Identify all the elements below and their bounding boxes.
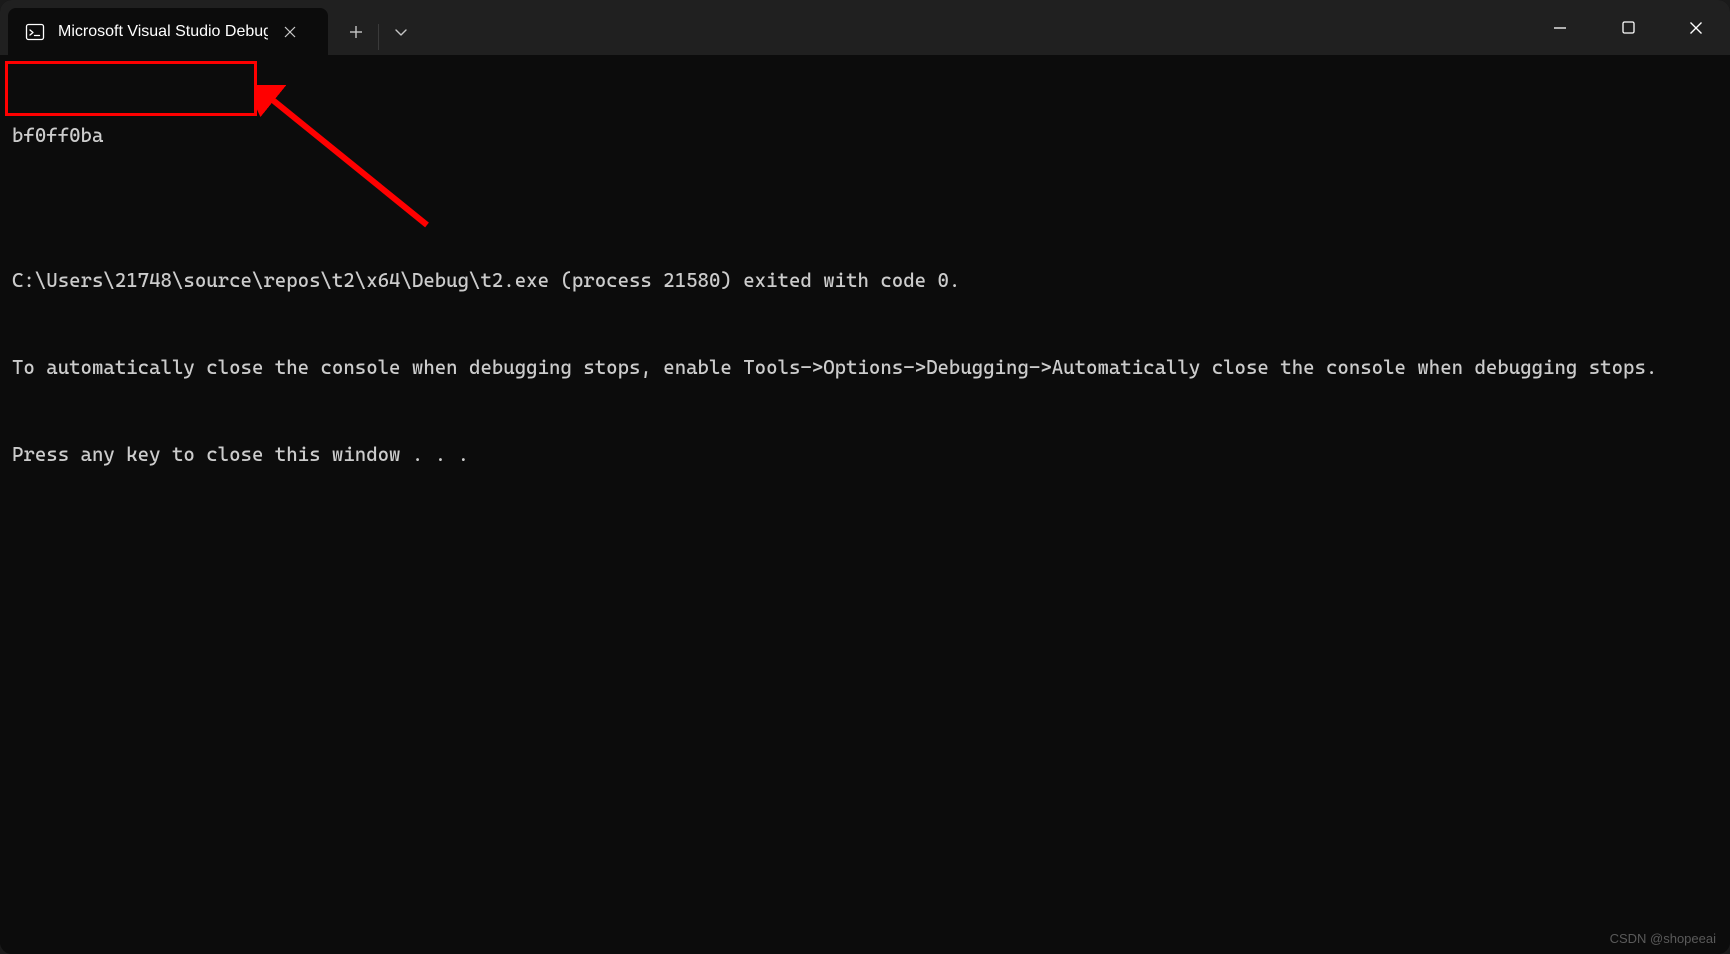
tab-actions bbox=[334, 0, 423, 55]
tab-title: Microsoft Visual Studio Debug bbox=[58, 23, 268, 41]
minimize-button[interactable] bbox=[1526, 0, 1594, 55]
output-line-press-key: Press any key to close this window . . . bbox=[12, 440, 1718, 469]
terminal-icon bbox=[24, 21, 46, 43]
titlebar: Microsoft Visual Studio Debug bbox=[0, 0, 1730, 55]
tab-dropdown-button[interactable] bbox=[379, 8, 423, 55]
terminal-window: Microsoft Visual Studio Debug bbox=[0, 0, 1730, 954]
window-controls bbox=[1526, 0, 1730, 55]
output-line-hint: To automatically close the console when … bbox=[12, 353, 1718, 382]
new-tab-button[interactable] bbox=[334, 8, 378, 55]
watermark: CSDN @shopeeai bbox=[1610, 931, 1716, 946]
tab-close-button[interactable] bbox=[280, 22, 300, 42]
terminal-output[interactable]: bf0ff0ba C:\Users\21748\source\repos\t2\… bbox=[0, 55, 1730, 954]
close-window-button[interactable] bbox=[1662, 0, 1730, 55]
tab-debug-console[interactable]: Microsoft Visual Studio Debug bbox=[8, 8, 328, 55]
output-line-exit: C:\Users\21748\source\repos\t2\x64\Debug… bbox=[12, 266, 1718, 295]
output-line-1: bf0ff0ba bbox=[12, 121, 1718, 150]
maximize-button[interactable] bbox=[1594, 0, 1662, 55]
